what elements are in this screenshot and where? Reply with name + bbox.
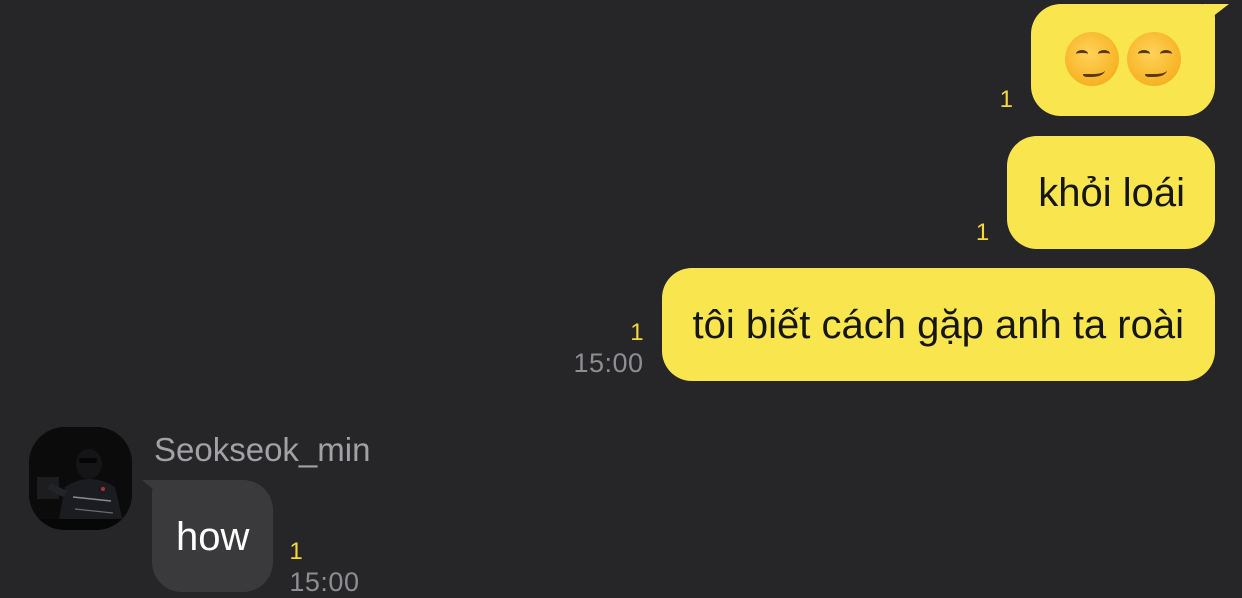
smirking-face-icon [1065,32,1181,86]
message-meta: 1 [976,219,989,247]
sent-message-emoji[interactable]: 1 [1000,4,1229,116]
unread-count: 1 [289,538,303,565]
avatar-image [29,427,132,530]
message-meta: 1 15:00 [289,538,359,598]
message-bubble[interactable] [1031,4,1229,116]
unread-count: 1 [630,319,644,346]
message-bubble[interactable]: khỏi loái [1007,136,1215,249]
received-message[interactable]: how 1 15:00 [142,480,359,597]
message-meta: 1 15:00 [573,319,643,379]
message-text: how [176,515,250,559]
bubble-tail [142,480,164,498]
message-meta: 1 [1000,86,1013,114]
unread-count: 1 [975,219,990,246]
sent-message[interactable]: 1 khỏi loái [976,136,1215,249]
message-timestamp: 15:00 [573,348,644,378]
sent-message[interactable]: 1 15:00 tôi biết cách gặp anh ta roài [573,268,1215,381]
avatar[interactable] [29,427,132,530]
message-bubble[interactable]: how [142,480,274,592]
message-bubble[interactable]: tôi biết cách gặp anh ta roài [661,268,1215,381]
unread-count: 1 [999,86,1013,113]
message-timestamp: 15:00 [289,567,360,597]
sender-name[interactable]: Seokseok_min [154,430,370,470]
bubble-tail [1203,4,1229,24]
